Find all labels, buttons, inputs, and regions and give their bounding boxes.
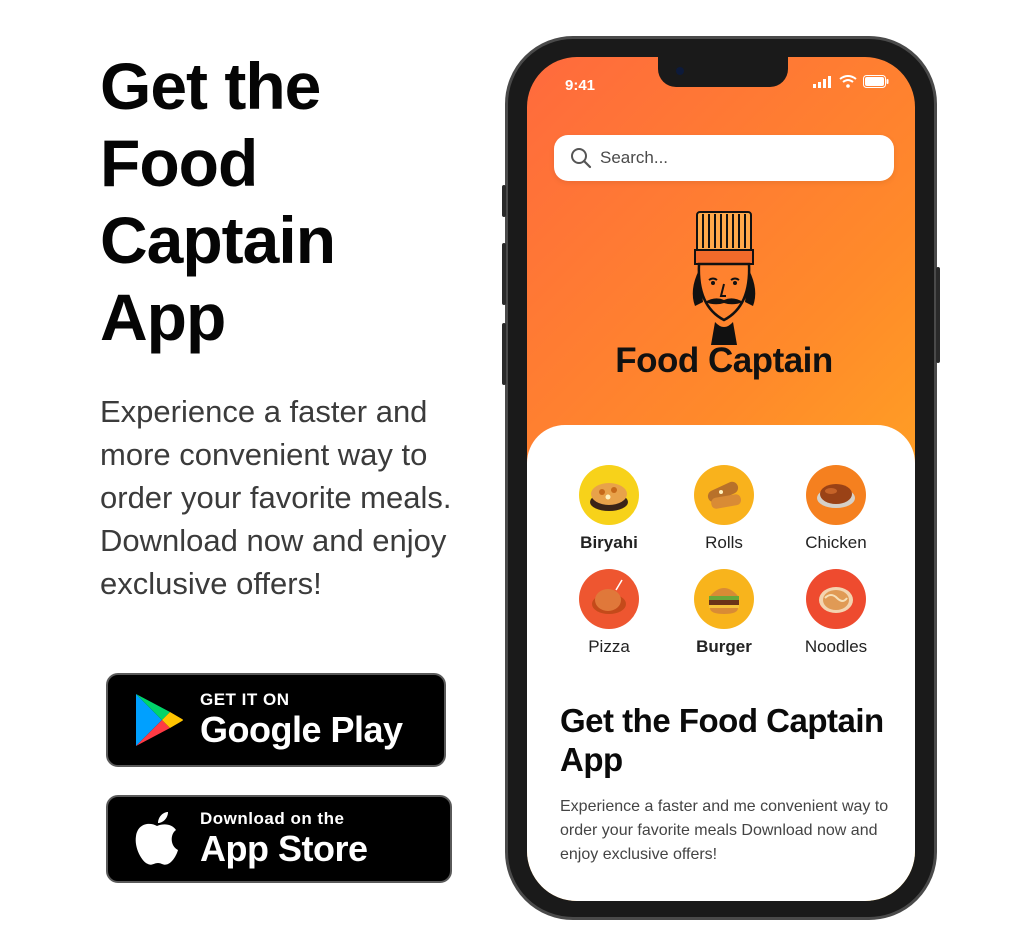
noodles-icon [806, 569, 866, 629]
app-store-big-text: App Store [200, 828, 368, 869]
chef-captain-logo [692, 211, 756, 345]
status-time: 9:41 [565, 77, 596, 94]
category-rolls[interactable]: Rolls [669, 465, 779, 553]
app-store-small-text: Download on the [200, 809, 345, 828]
volume-down-button [502, 323, 506, 385]
volume-up-button [502, 243, 506, 305]
phone-mockup: 9:41 Search... Food Captain Biryahi Roll… [502, 36, 940, 920]
category-noodles[interactable]: Noodles [781, 569, 891, 657]
camera-icon [676, 67, 684, 75]
category-biryani[interactable]: Biryahi [554, 465, 664, 553]
rolls-icon [694, 465, 754, 525]
sheet-description: Experience a faster and me convenient wa… [560, 798, 889, 863]
category-pizza[interactable]: Pizza [554, 569, 664, 657]
hero-section: Get the Food Captain App Experience a fa… [100, 48, 480, 605]
search-placeholder: Search... [600, 148, 669, 167]
category-label: Chicken [805, 533, 867, 552]
brand-name: Food Captain [615, 341, 833, 380]
mute-switch [502, 185, 506, 217]
apple-icon [135, 812, 178, 865]
google-play-button[interactable]: GET IT ON Google Play [106, 673, 446, 767]
app-store-button[interactable]: Download on the App Store [106, 795, 452, 883]
category-label: Biryahi [580, 533, 638, 552]
chicken-icon [806, 465, 866, 525]
bottom-sheet: Biryahi Rolls Chicken Pizza Burger Noodl… [527, 425, 915, 901]
biryani-icon [579, 465, 639, 525]
category-label: Burger [696, 637, 752, 656]
category-label: Noodles [804, 637, 868, 656]
search-icon [571, 148, 592, 169]
category-label: Pizza [588, 637, 630, 656]
battery-icon [863, 75, 889, 88]
google-play-big-text: Google Play [200, 709, 403, 750]
wifi-icon [839, 75, 857, 88]
google-play-icon [136, 694, 183, 746]
category-label: Rolls [705, 533, 743, 552]
category-burger[interactable]: Burger [669, 569, 779, 657]
burger-icon [694, 569, 754, 629]
pizza-icon [579, 569, 639, 629]
google-play-small-text: GET IT ON [200, 690, 290, 709]
status-icons [813, 75, 889, 88]
category-chicken[interactable]: Chicken [781, 465, 891, 553]
sheet-title: Get the Food Captain App [560, 702, 884, 778]
notch [658, 57, 788, 87]
search-bar[interactable]: Search... [554, 135, 894, 181]
hero-description: Experience a faster and more convenient … [100, 394, 452, 601]
phone-screen: 9:41 Search... Food Captain Biryahi Roll… [527, 57, 915, 901]
hero-title: Get the Food Captain App [100, 49, 336, 354]
power-button [936, 267, 940, 363]
signal-icon [813, 75, 831, 88]
